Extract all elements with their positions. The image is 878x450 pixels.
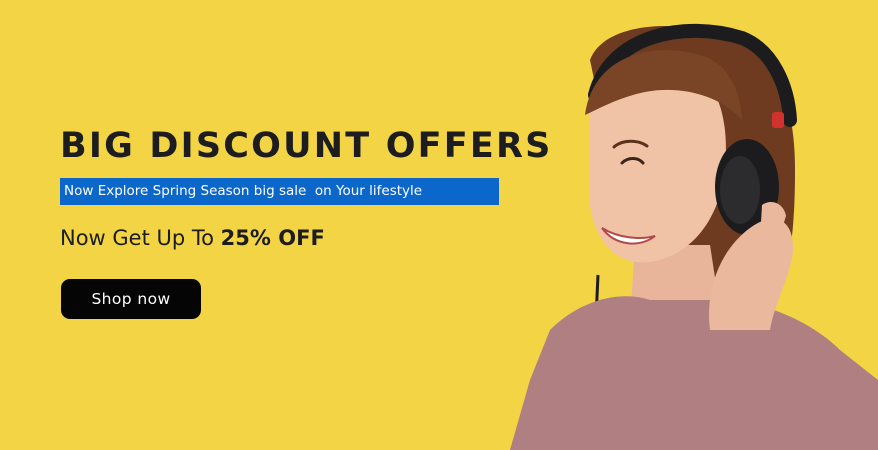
offer-highlight: 25% OFF	[220, 226, 325, 250]
promo-banner: BIG DISCOUNT OFFERS Now Explore Spring S…	[0, 0, 878, 450]
offer-text: Now Get Up To 25% OFF	[60, 226, 325, 250]
woman-with-headphones-photo	[510, 23, 878, 450]
offer-prefix: Now Get Up To	[60, 226, 221, 250]
subheadline-highlight: Now Explore Spring Season big sale on Yo…	[60, 178, 499, 205]
headline: BIG DISCOUNT OFFERS	[60, 126, 553, 166]
shop-now-button[interactable]: Shop now	[61, 279, 201, 319]
